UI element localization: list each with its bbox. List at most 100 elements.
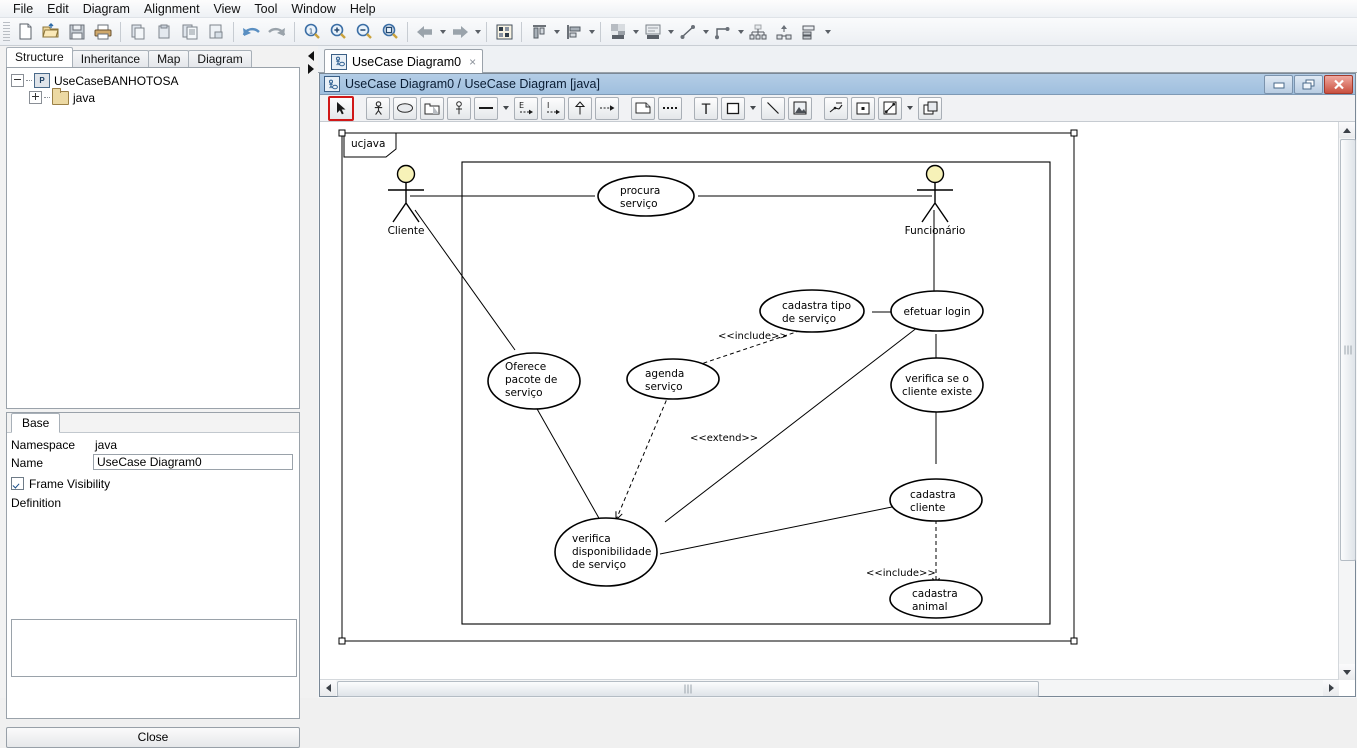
connector-dropdown-icon[interactable] [905,98,915,119]
scroll-up-button[interactable] [1339,122,1355,138]
image-tool[interactable] [788,96,812,120]
line-color-icon[interactable] [641,20,665,44]
usecase-tool[interactable] [393,96,417,120]
include-tool[interactable]: I [541,96,565,120]
generalization-tool[interactable] [568,96,592,120]
splitter-expand-icon[interactable] [308,64,314,74]
scroll-right-button[interactable] [1323,680,1339,696]
usecase-verifica-se-o-cliente-existe[interactable]: verifica se o cliente existe [890,357,984,413]
usecase-oferece-pacote-de-servico[interactable]: Oferece pacote de serviço [487,352,581,410]
splitter-collapse-icon[interactable] [308,51,314,61]
sidebar-tab-inheritance[interactable]: Inheritance [71,50,150,68]
list-style-icon[interactable] [798,20,822,44]
canvas-vertical-scrollbar[interactable] [1338,122,1356,680]
diagram-canvas[interactable]: ucjava Cliente Funcionário procura servi… [320,122,1339,680]
menu-item-help[interactable]: Help [343,1,383,17]
point-tool[interactable] [851,96,875,120]
pane-splitter[interactable] [305,46,318,698]
minimize-button[interactable] [1264,75,1293,94]
definition-textarea[interactable] [11,619,297,677]
zoom-out-icon[interactable] [352,20,376,44]
align-top-dropdown-icon[interactable] [552,22,561,42]
align-left-dropdown-icon[interactable] [587,22,596,42]
expand-toggle-icon[interactable] [29,91,42,104]
route-style-dropdown-icon[interactable] [736,22,745,42]
usecase-diagram-svg[interactable]: ucjava Cliente Funcionário procura servi… [320,122,1339,680]
usecase-efetuar-login[interactable]: efetuar login [890,290,984,332]
package-tool[interactable] [420,96,444,120]
line-style-dropdown-icon[interactable] [701,22,710,42]
tree-item-project[interactable]: P UseCaseBANHOTOSA [7,72,299,89]
print-icon[interactable] [91,20,115,44]
usecase-verifica-disponibilidade-de-servico[interactable]: verifica disponibilidade de serviço [554,517,658,587]
text-tool[interactable]: T [694,96,718,120]
layer-tool[interactable] [918,96,942,120]
menu-item-tool[interactable]: Tool [247,1,284,17]
vertical-scroll-thumb[interactable] [1340,139,1356,561]
open-file-icon[interactable] [39,20,63,44]
association-dropdown-icon[interactable] [501,98,511,119]
paste-special-icon[interactable] [204,20,228,44]
collapse-toggle-icon[interactable] [11,74,24,87]
extend-tool[interactable]: E [514,96,538,120]
zoom-fit-icon[interactable] [378,20,402,44]
properties-tab-base[interactable]: Base [11,413,61,433]
matrix-icon[interactable] [492,20,516,44]
restore-button[interactable] [1294,75,1323,94]
tree-layout-icon[interactable] [746,20,770,44]
menu-item-file[interactable]: File [6,1,40,17]
back-icon[interactable] [413,20,437,44]
stick-figure-tool[interactable] [824,96,848,120]
copy-icon[interactable] [126,20,150,44]
note-tool[interactable] [631,96,655,120]
structure-tree[interactable]: P UseCaseBANHOTOSA java [6,67,300,409]
new-file-icon[interactable] [13,20,37,44]
usecase-cadastra-tipo-de-servico[interactable]: cadastra tipo de serviço [759,289,865,333]
association-tool[interactable] [474,96,498,120]
name-input[interactable] [93,454,293,470]
dependency-tool[interactable] [595,96,619,120]
route-style-icon[interactable] [711,20,735,44]
sidebar-tab-diagram[interactable]: Diagram [188,50,252,68]
undo-icon[interactable] [239,20,263,44]
align-left-icon[interactable] [562,20,586,44]
zoom-in-icon[interactable] [326,20,350,44]
toolbar-grip[interactable] [3,21,10,42]
menu-item-diagram[interactable]: Diagram [76,1,137,17]
connector-tool[interactable] [878,96,902,120]
fill-color-dropdown-icon[interactable] [631,22,640,42]
rectangle-dropdown-icon[interactable] [748,98,758,119]
close-button[interactable] [1324,75,1353,94]
horizontal-scroll-thumb[interactable] [337,681,1039,697]
menu-item-edit[interactable]: Edit [40,1,76,17]
document-tab-usecase-diagram0[interactable]: UseCase Diagram0 × [324,49,484,74]
menu-item-view[interactable]: View [207,1,248,17]
frame-visibility-checkbox[interactable] [11,477,24,490]
scroll-left-button[interactable] [320,680,336,696]
select-tool[interactable] [328,95,354,121]
sidebar-tab-structure[interactable]: Structure [6,47,73,68]
back-dropdown-icon[interactable] [438,22,447,42]
line-color-dropdown-icon[interactable] [666,22,675,42]
canvas-horizontal-scrollbar[interactable] [320,679,1339,697]
forward-dropdown-icon[interactable] [473,22,482,42]
usecase-agenda-servico[interactable]: agenda serviço [626,358,720,400]
sidebar-tab-map[interactable]: Map [148,50,190,68]
rectangle-tool[interactable] [721,96,745,120]
usecase-procura-servico[interactable]: procura serviço [597,175,695,217]
usecase-cadastra-cliente[interactable]: cadastra cliente [889,478,983,522]
forward-icon[interactable] [448,20,472,44]
menu-item-alignment[interactable]: Alignment [137,1,207,17]
line-tool[interactable] [761,96,785,120]
actor-tool[interactable] [366,96,390,120]
mdi-titlebar[interactable]: UseCase Diagram0 / UseCase Diagram [java… [320,74,1355,95]
close-button[interactable]: Close [6,727,300,748]
subject-tool[interactable] [447,96,471,120]
copy-all-icon[interactable] [178,20,202,44]
zoom-actual-icon[interactable]: 1 [300,20,324,44]
usecase-cadastra-animal[interactable]: cadastra animal [889,579,983,619]
fill-color-icon[interactable] [606,20,630,44]
frame-visibility-row[interactable]: Frame Visibility [11,476,110,493]
scroll-down-button[interactable] [1339,664,1355,680]
paste-icon[interactable] [152,20,176,44]
